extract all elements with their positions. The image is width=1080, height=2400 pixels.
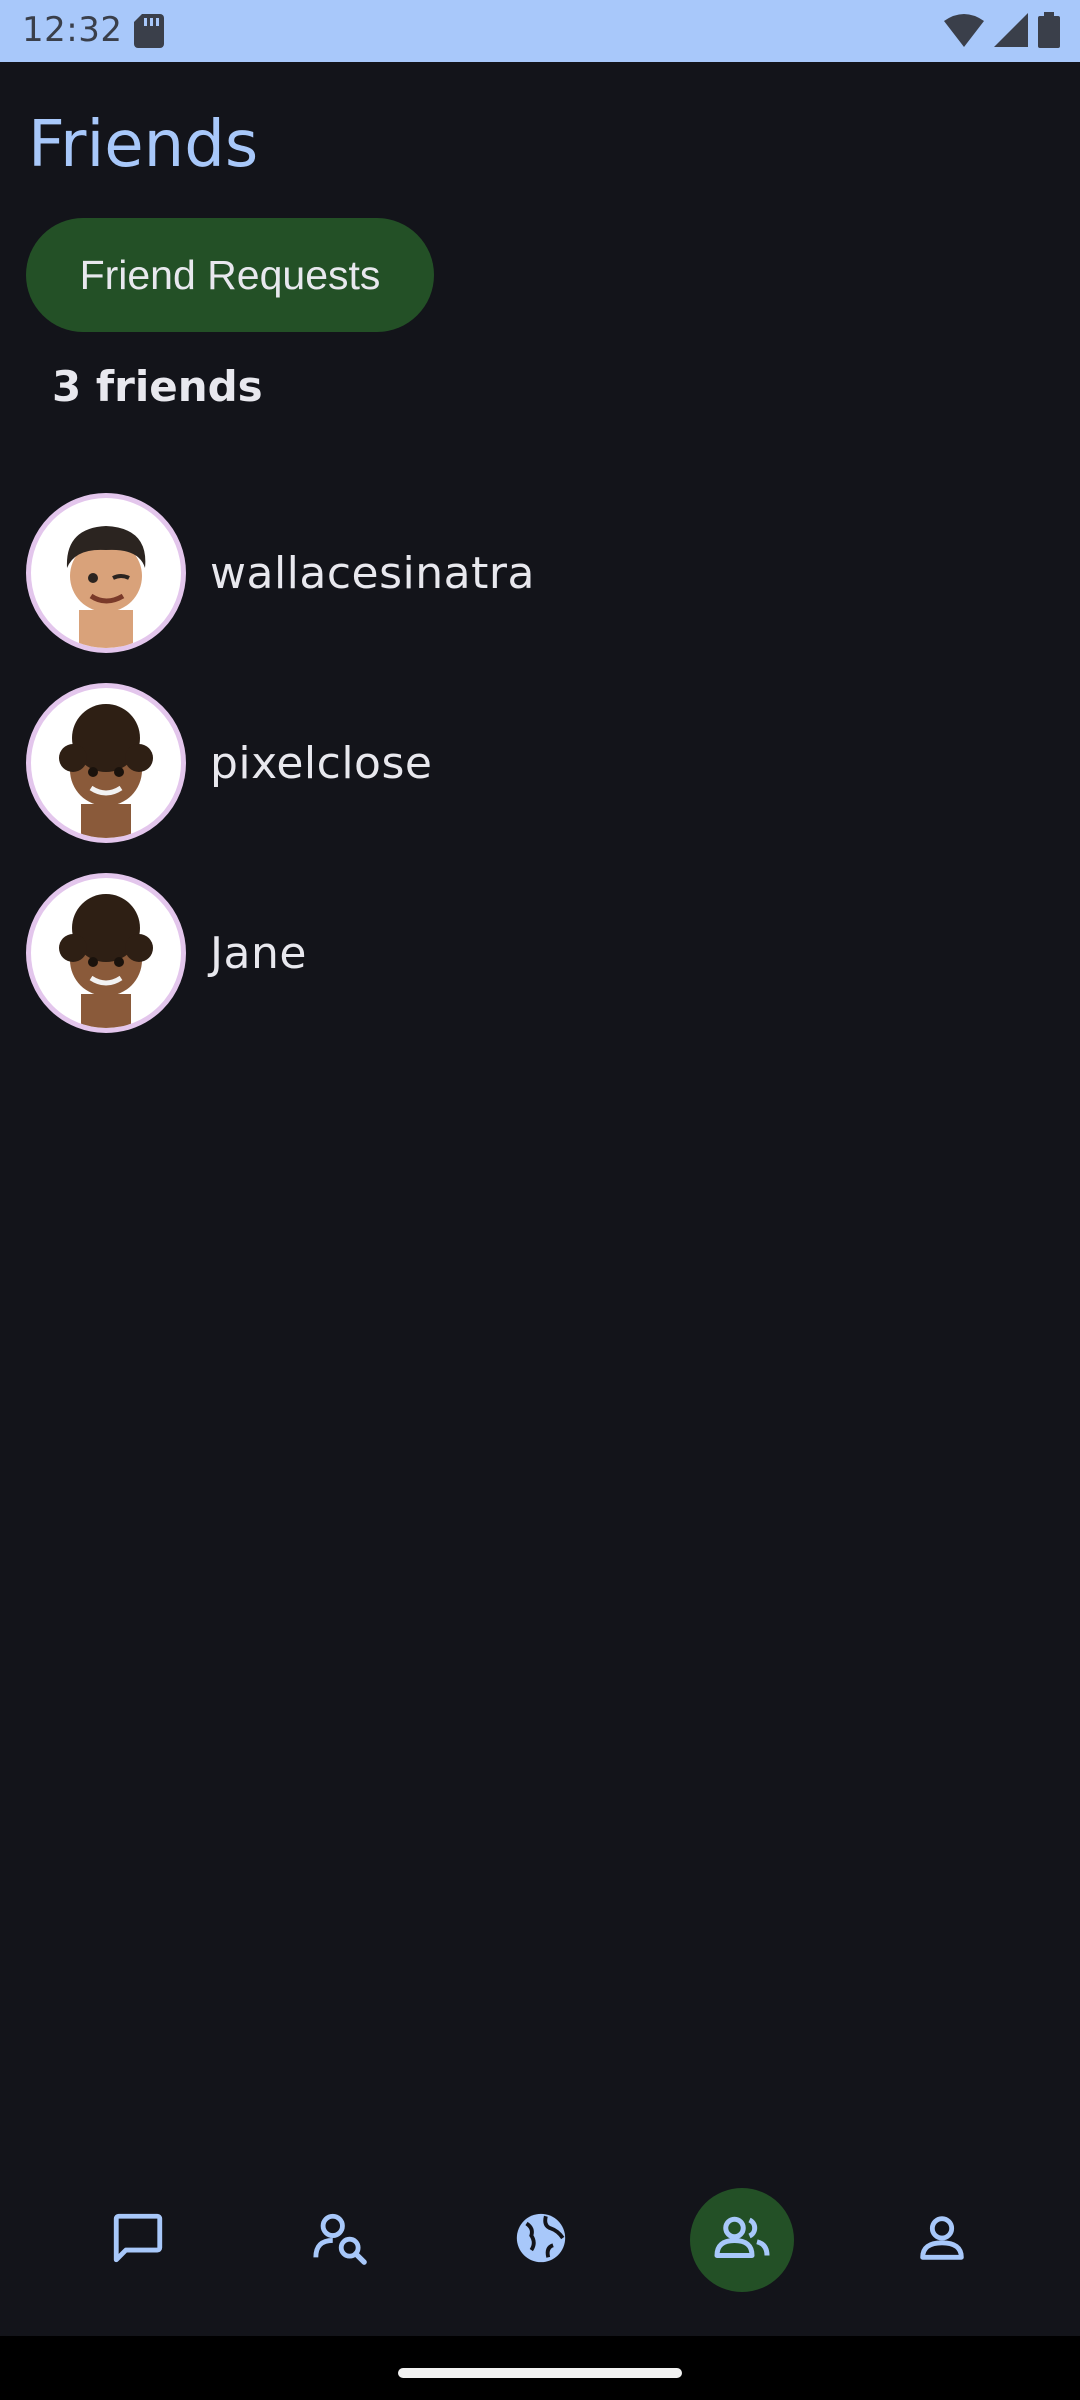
friend-requests-button[interactable]: Friend Requests (26, 218, 434, 332)
friend-name: Jane (210, 927, 307, 979)
friend-row[interactable]: Jane (0, 858, 1080, 1048)
bottom-navigation (0, 2170, 1080, 2304)
nav-explore[interactable] (489, 2188, 593, 2292)
home-gesture-bar[interactable] (398, 2368, 682, 2378)
nav-chats[interactable] (86, 2188, 190, 2292)
status-bar: 12:32 (0, 0, 1080, 62)
nav-profile[interactable] (890, 2188, 994, 2292)
gesture-navigation-area (0, 2336, 1080, 2400)
status-icons (944, 12, 1060, 52)
globe-icon (512, 2209, 570, 2271)
wifi-icon (944, 13, 984, 51)
chat-bubble-icon (109, 2209, 167, 2271)
nav-search-users[interactable] (288, 2188, 392, 2292)
sd-card-icon (134, 14, 164, 48)
person-icon (913, 2209, 971, 2271)
cellular-signal-icon (994, 13, 1028, 51)
person-search-icon (311, 2209, 369, 2271)
people-icon (712, 2208, 772, 2272)
battery-icon (1038, 12, 1060, 52)
friend-row[interactable]: pixelclose (0, 668, 1080, 858)
avatar[interactable] (26, 873, 186, 1033)
friend-list: wallacesinatra pixelclose Jane (0, 478, 1080, 1048)
avatar[interactable] (26, 683, 186, 843)
nav-friends[interactable] (690, 2188, 794, 2292)
avatar[interactable] (26, 493, 186, 653)
status-time: 12:32 (22, 10, 123, 50)
friends-count: 3 friends (52, 362, 263, 411)
friend-name: wallacesinatra (210, 547, 535, 599)
page-title: Friends (28, 108, 259, 182)
friend-name: pixelclose (210, 737, 433, 789)
friend-row[interactable]: wallacesinatra (0, 478, 1080, 668)
